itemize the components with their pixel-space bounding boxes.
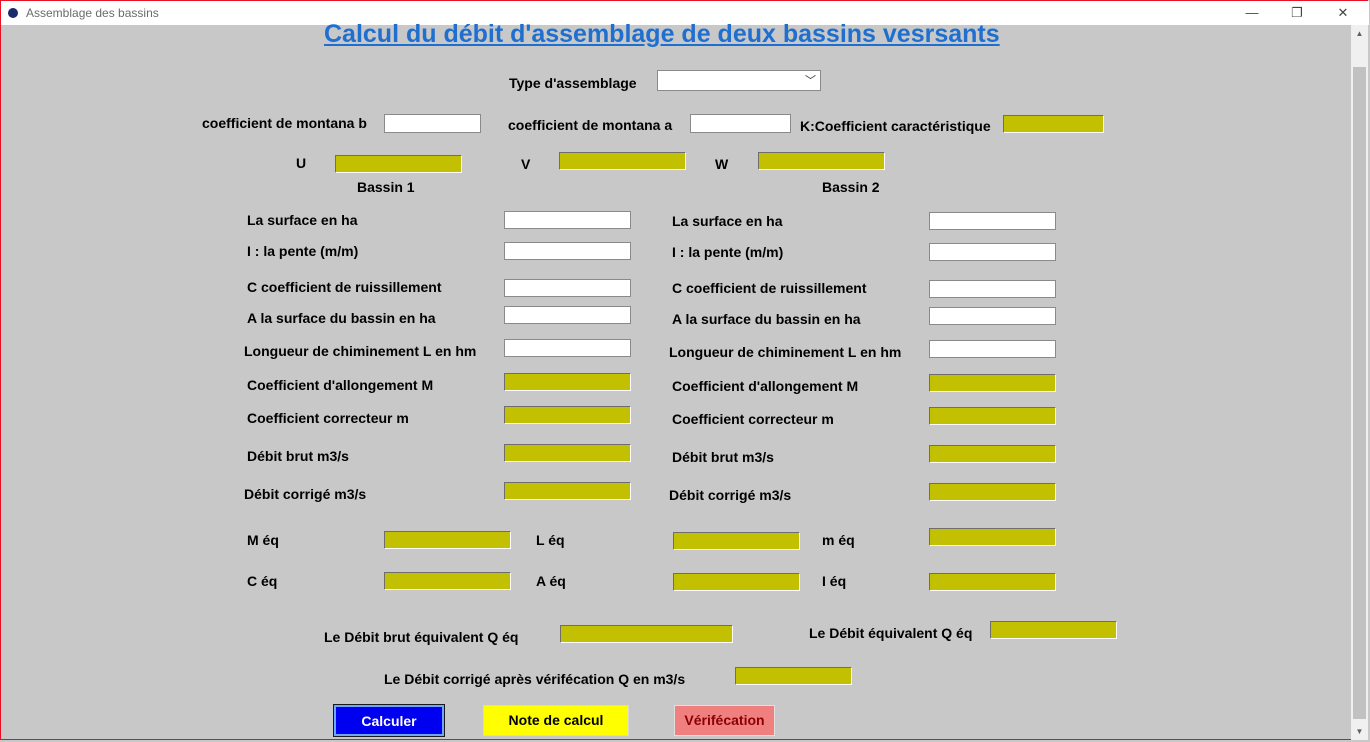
verification-button[interactable]: Vérifécation <box>674 705 775 736</box>
b1-pente-label: I : la pente (m/m) <box>247 243 359 259</box>
b1-ruissellement-input[interactable] <box>504 279 631 297</box>
b2-debit-brut-label: Débit brut m3/s <box>672 449 774 465</box>
i-eq-output <box>929 573 1056 591</box>
b2-surface-bassin-label: A la surface du bassin en ha <box>672 311 861 327</box>
b1-debit-brut-label: Débit brut m3/s <box>247 448 349 464</box>
w-output <box>758 152 885 170</box>
montana-b-label: coefficient de montana b <box>202 115 367 131</box>
b1-pente-input[interactable] <box>504 242 631 260</box>
k-coefficient-label: K:Coefficient caractéristique <box>800 118 991 134</box>
small-m-eq-output <box>929 528 1056 546</box>
page-title: Calcul du débit d'assemblage de deux bas… <box>324 20 1000 48</box>
b1-debit-corrige-label: Débit corrigé m3/s <box>244 486 367 502</box>
b2-correcteur-label: Coefficient correcteur m <box>672 411 834 427</box>
bassin1-title: Bassin 1 <box>357 179 415 195</box>
assembly-type-select[interactable]: ﹀ <box>657 70 821 91</box>
montana-b-input[interactable] <box>384 114 481 133</box>
k-coefficient-output <box>1003 115 1104 133</box>
u-output <box>335 155 462 173</box>
small-m-eq-label: m éq <box>822 532 855 548</box>
montana-a-input[interactable] <box>690 114 791 133</box>
app-icon <box>8 8 18 18</box>
b1-longueur-input[interactable] <box>504 339 631 357</box>
restore-button[interactable]: ❐ <box>1277 3 1317 23</box>
b1-surface-bassin-label: A la surface du bassin en ha <box>247 310 436 326</box>
b2-correcteur-output <box>929 407 1056 425</box>
b1-longueur-label: Longueur de chiminement L en hm <box>244 343 477 359</box>
assembly-type-label: Type d'assemblage <box>509 75 637 91</box>
m-eq-label: M éq <box>247 532 279 548</box>
a-eq-output <box>673 573 800 591</box>
v-label: V <box>521 156 531 172</box>
debit-brut-eq-output <box>560 625 733 643</box>
v-output <box>559 152 686 170</box>
debit-eq-output <box>990 621 1117 639</box>
b1-ruissellement-label: C coefficient de ruissillement <box>247 279 442 295</box>
b2-surface-label: La surface en ha <box>672 213 783 229</box>
c-eq-output <box>384 572 511 590</box>
b2-debit-corrige-label: Débit corrigé m3/s <box>669 487 792 503</box>
b2-pente-input[interactable] <box>929 243 1056 261</box>
b2-allongement-output <box>929 374 1056 392</box>
b2-longueur-label: Longueur de chiminement L en hm <box>669 344 902 360</box>
close-button[interactable]: ✕ <box>1323 3 1363 23</box>
b2-debit-brut-output <box>929 445 1056 463</box>
b2-ruissellement-input[interactable] <box>929 280 1056 298</box>
debit-eq-label: Le Débit équivalent Q éq <box>809 625 973 641</box>
w-label: W <box>715 156 729 172</box>
b1-correcteur-output <box>504 406 631 424</box>
b1-allongement-label: Coefficient d'allongement M <box>247 377 434 393</box>
debit-corrige-final-label: Le Débit corrigé après vérifécation Q en… <box>384 671 686 687</box>
a-eq-label: A éq <box>536 573 566 589</box>
bassin2-title: Bassin 2 <box>822 179 880 195</box>
debit-corrige-final-output <box>735 667 852 685</box>
b1-surface-input[interactable] <box>504 211 631 229</box>
b1-surface-label: La surface en ha <box>247 212 358 228</box>
scroll-down-icon[interactable]: ▼ <box>1351 723 1368 740</box>
b1-debit-corrige-output <box>504 482 631 500</box>
montana-a-label: coefficient de montana a <box>508 117 673 133</box>
l-eq-output <box>673 532 800 550</box>
b1-debit-brut-output <box>504 444 631 462</box>
b2-surface-bassin-input[interactable] <box>929 307 1056 325</box>
chevron-down-icon: ﹀ <box>805 75 816 87</box>
b1-correcteur-label: Coefficient correcteur m <box>247 410 409 426</box>
b1-allongement-output <box>504 373 631 391</box>
l-eq-label: L éq <box>536 532 565 548</box>
vertical-scrollbar[interactable]: ▲ ▼ <box>1351 25 1368 740</box>
note-de-calcul-button[interactable]: Note de calcul <box>483 705 629 736</box>
minimize-button[interactable]: — <box>1232 3 1272 23</box>
calculer-button[interactable]: Calculer <box>333 704 445 737</box>
b2-longueur-input[interactable] <box>929 340 1056 358</box>
b2-ruissellement-label: C coefficient de ruissillement <box>672 280 867 296</box>
b2-debit-corrige-output <box>929 483 1056 501</box>
b2-allongement-label: Coefficient d'allongement M <box>672 378 859 394</box>
i-eq-label: I éq <box>822 573 847 589</box>
b1-surface-bassin-input[interactable] <box>504 306 631 324</box>
scrollbar-thumb[interactable] <box>1353 67 1366 719</box>
c-eq-label: C éq <box>247 573 278 589</box>
u-label: U <box>296 155 307 171</box>
b2-surface-input[interactable] <box>929 212 1056 230</box>
scroll-up-icon[interactable]: ▲ <box>1351 25 1368 42</box>
window-title: Assemblage des bassins <box>26 6 159 20</box>
m-eq-output <box>384 531 511 549</box>
b2-pente-label: I : la pente (m/m) <box>672 244 784 260</box>
debit-brut-eq-label: Le Débit brut équivalent Q éq <box>324 629 519 645</box>
